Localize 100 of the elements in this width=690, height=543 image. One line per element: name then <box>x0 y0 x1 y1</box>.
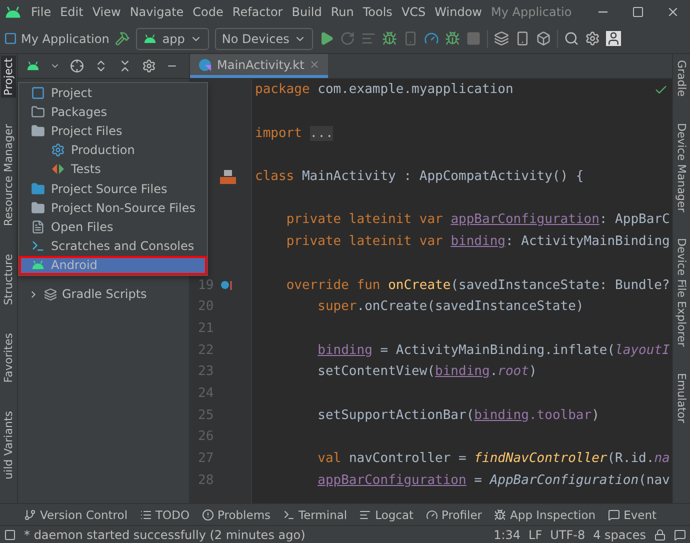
settings-icon[interactable] <box>142 59 156 73</box>
override-marker-icon[interactable] <box>220 279 234 292</box>
code-line: setContentView(binding.root) <box>316 364 537 380</box>
tool-window-button[interactable]: Problems <box>202 508 271 522</box>
code-line: setSupportActionBar(binding.toolbar) <box>316 408 600 423</box>
config-dropdown[interactable]: app <box>136 28 209 50</box>
status-item[interactable]: 4 spaces <box>593 528 646 542</box>
terminal-icon <box>31 239 45 254</box>
tool-window-tab[interactable]: Resource Manager <box>1 122 16 228</box>
device-icon[interactable] <box>515 31 530 46</box>
code-line: private lateinit var binding: ActivityMainBinding <box>285 234 670 250</box>
avatar-icon[interactable] <box>606 31 622 46</box>
code-line: appBarConfiguration = AppBarConfiguration(nav <box>316 472 670 488</box>
tool-window-tab[interactable]: Structure <box>1 252 16 307</box>
tool-window-button[interactable]: TODO <box>140 508 190 522</box>
code-line: val navController = findNavController(R.id.na <box>316 451 670 466</box>
android-logo-icon <box>4 6 22 18</box>
tool-window-button[interactable]: Version Control <box>24 508 128 522</box>
menu-item[interactable]: Build <box>292 5 322 19</box>
folder-icon <box>31 124 45 138</box>
android-icon <box>26 61 40 71</box>
menu-item[interactable]: Edit <box>60 5 84 19</box>
popup-item[interactable]: Project Non-Source Files <box>19 198 207 218</box>
hammer-icon[interactable] <box>115 31 130 46</box>
popup-item[interactable]: Tests <box>19 160 207 179</box>
settings-icon[interactable] <box>585 31 600 46</box>
menu-item[interactable]: Tools <box>362 5 392 19</box>
popup-item[interactable]: Project Files <box>19 121 207 141</box>
maximize-icon[interactable] <box>632 6 644 18</box>
panel-toggle-icon[interactable] <box>4 528 16 540</box>
status-item[interactable]: LF <box>528 528 542 542</box>
tool-window-button[interactable]: Terminal <box>282 508 348 522</box>
project-name[interactable]: My Application <box>4 32 110 46</box>
run-icon[interactable] <box>319 31 334 46</box>
gauge-icon[interactable] <box>424 31 440 46</box>
menu-item[interactable]: View <box>92 5 121 19</box>
tool-icon <box>426 508 438 520</box>
crosshair-icon[interactable] <box>70 59 84 73</box>
debug-icon[interactable] <box>382 31 398 46</box>
window-icon <box>4 32 17 45</box>
diamond-icon <box>51 162 65 176</box>
lock-icon[interactable] <box>654 528 666 540</box>
folder-icon <box>31 200 45 215</box>
search-icon[interactable] <box>564 31 580 46</box>
popup-item[interactable]: Packages <box>19 102 207 122</box>
close-icon[interactable] <box>666 5 680 19</box>
tool-window-button[interactable]: Profiler <box>426 508 482 522</box>
tool-window-tab[interactable]: uild Variants <box>1 408 16 481</box>
status-item[interactable]: UTF-8 <box>550 528 586 542</box>
tool-window-button[interactable]: Logcat <box>359 508 414 522</box>
notification-icon[interactable] <box>674 528 686 540</box>
editor-tab[interactable]: MainActivity.kt <box>190 54 328 78</box>
tree-item[interactable]: Gradle Scripts <box>18 284 189 304</box>
popup-item[interactable]: Production <box>19 140 207 160</box>
tool-window-tab[interactable]: Gradle <box>674 58 689 99</box>
code-line: class MainActivity : AppCompatActivity() { <box>255 169 584 184</box>
layout-file-icon[interactable] <box>220 170 236 184</box>
code-line: private lateinit var appBarConfiguration: AppBarC <box>285 212 670 228</box>
bug-icon[interactable] <box>445 31 460 46</box>
popup-item[interactable]: Project Source Files <box>19 178 207 198</box>
menu-item[interactable]: Run <box>330 5 354 19</box>
android-icon <box>143 34 158 44</box>
box-icon[interactable] <box>536 31 552 46</box>
window-title: My Applicatio <box>490 5 572 19</box>
tool-window-button[interactable]: App Inspection <box>494 508 596 522</box>
status-message: * daemon started successfully (2 minutes ago) <box>24 528 306 542</box>
gear-icon <box>51 143 65 158</box>
menu-item[interactable]: VCS <box>401 5 426 19</box>
folder-icon <box>31 182 45 196</box>
file-icon <box>31 220 45 234</box>
tool-window-tab[interactable]: Device Manager <box>674 120 689 214</box>
popup-item[interactable]: Scratches and Consoles <box>19 236 207 256</box>
popup-item[interactable]: Open Files <box>19 217 207 236</box>
code-line: override fun onCreate(savedInstanceState: Bundle? <box>285 278 670 293</box>
tool-window-tab[interactable]: Emulator <box>674 370 689 425</box>
android-icon <box>31 260 45 270</box>
menu-item[interactable]: File <box>31 5 52 19</box>
menu-item[interactable]: Window <box>434 5 482 19</box>
tool-icon <box>494 508 506 520</box>
tool-window-tab[interactable]: Device File Explorer <box>674 236 689 349</box>
code-line: binding = ActivityMainBinding.inflate(layoutI <box>316 342 670 358</box>
tool-icon <box>608 508 620 520</box>
tool-window-tab[interactable]: Project <box>1 56 16 98</box>
menu-item[interactable]: Navigate <box>130 5 184 19</box>
kotlin-file-icon <box>198 58 212 72</box>
device-dropdown[interactable]: No Devices <box>214 28 314 50</box>
code-line: import ... <box>255 126 334 141</box>
tool-icon <box>359 508 372 520</box>
tool-icon <box>282 508 295 520</box>
window-icon <box>31 86 45 100</box>
status-item[interactable]: 1:34 <box>494 528 521 542</box>
code-line: super.onCreate(savedInstanceState) <box>316 299 584 314</box>
tool-window-tab[interactable]: Favorites <box>1 330 16 385</box>
code-line: package com.example.myapplication <box>255 82 514 98</box>
menu-item[interactable]: Code <box>192 5 224 19</box>
tool-icon <box>24 508 36 520</box>
popup-item[interactable]: Project <box>19 83 207 102</box>
menu-item[interactable]: Refactor <box>232 5 283 19</box>
tool-window-button[interactable]: Event <box>608 508 657 522</box>
tool-icon <box>202 508 214 520</box>
